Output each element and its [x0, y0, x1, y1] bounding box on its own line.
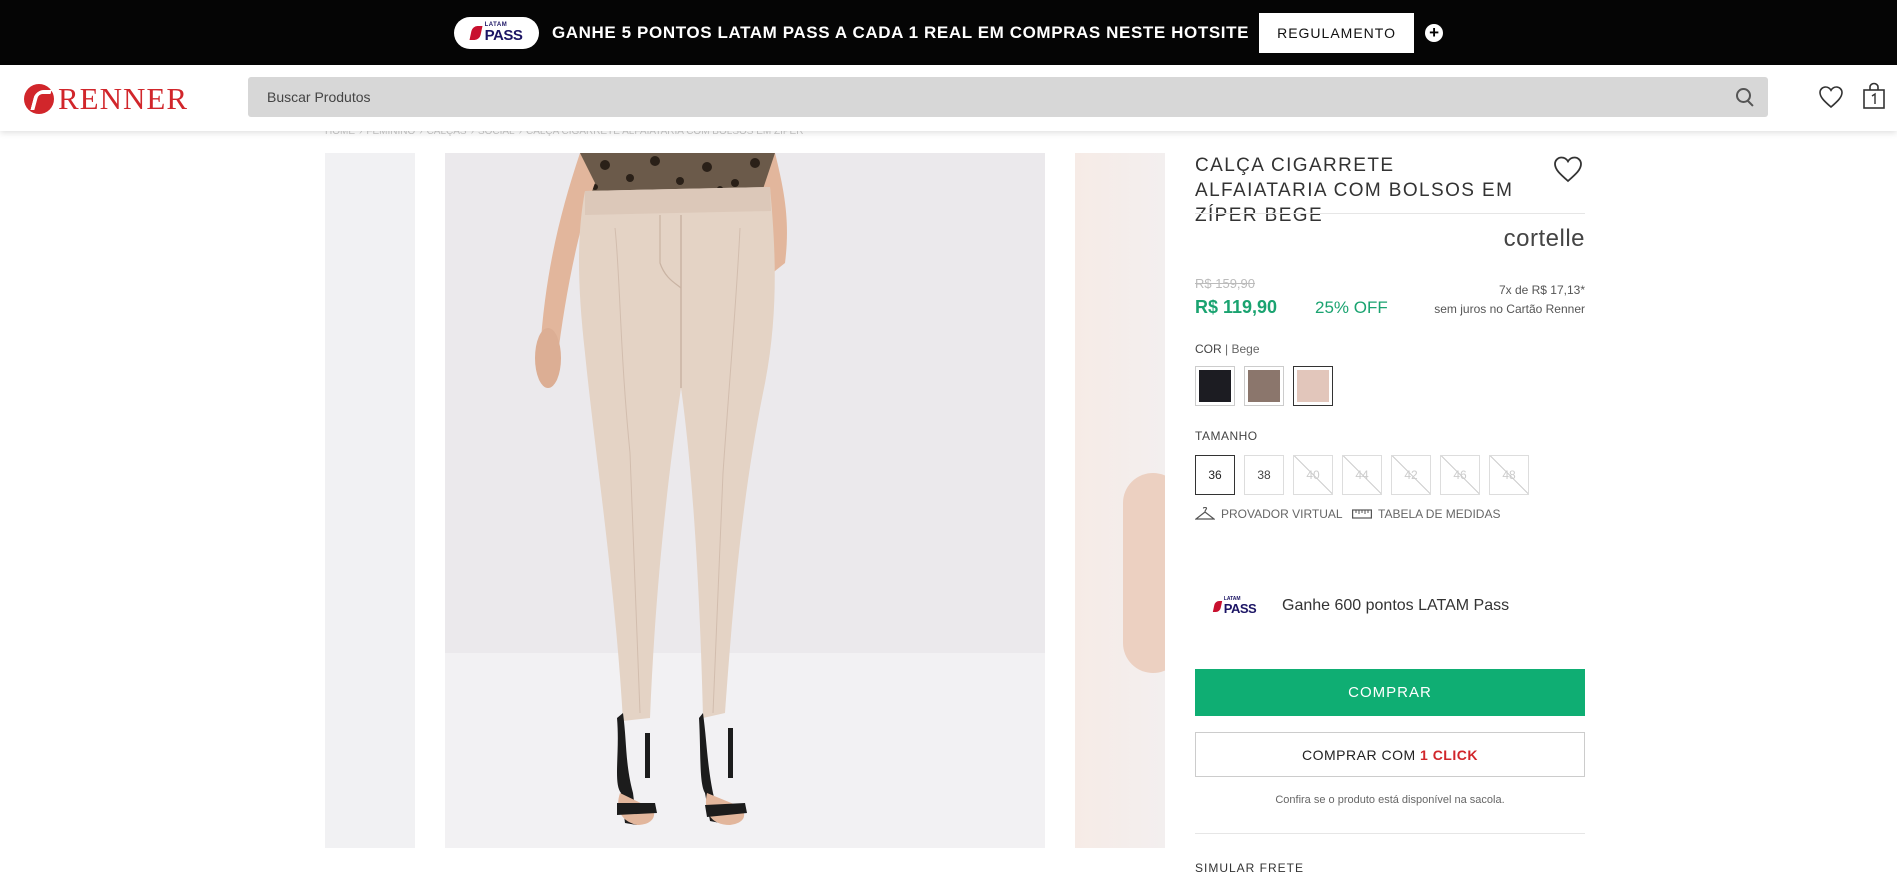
buy-button[interactable]: COMPRAR	[1195, 669, 1585, 716]
color-swatch-preto[interactable]	[1195, 366, 1235, 406]
size-option-42[interactable]: 42	[1391, 455, 1431, 495]
virtual-fitting-link[interactable]: PROVADOR VIRTUAL	[1195, 507, 1343, 521]
one-click-prefix: COMPRAR COM	[1302, 746, 1421, 763]
old-price: R$ 159,90	[1195, 276, 1255, 291]
favorite-heart-icon[interactable]	[1553, 155, 1583, 183]
promo-bar: LATAM PASS GANHE 5 PONTOS LATAM PASS A C…	[0, 0, 1897, 65]
one-click-buy-button[interactable]: COMPRAR COM 1 CLICK	[1195, 732, 1585, 777]
plus-icon[interactable]: +	[1425, 23, 1444, 42]
size-option-36[interactable]: 36	[1195, 455, 1235, 495]
wishlist-heart-icon[interactable]	[1818, 85, 1844, 109]
gallery-prev-image[interactable]	[325, 153, 415, 848]
search-input[interactable]	[248, 77, 1724, 117]
shopping-bag-icon[interactable]	[1862, 82, 1886, 110]
installments-note: sem juros no Cartão Renner	[1434, 302, 1585, 316]
simulate-shipping-label[interactable]: SIMULAR FRETE	[1195, 861, 1304, 875]
size-option-48[interactable]: 48	[1489, 455, 1529, 495]
size-option-46[interactable]: 46	[1440, 455, 1480, 495]
product-main-image[interactable]	[445, 153, 1045, 848]
latam-mark-icon	[1212, 600, 1222, 612]
color-label-text: COR	[1195, 342, 1222, 356]
size-chart-link[interactable]: TABELA DE MEDIDAS	[1352, 507, 1500, 521]
renner-logo[interactable]: RENNER	[24, 81, 188, 117]
latam-pass-logo: LATAM PASS	[453, 16, 539, 49]
brand-name[interactable]: cortelle	[1504, 225, 1585, 253]
search-bar	[248, 77, 1768, 117]
size-option-40[interactable]: 40	[1293, 455, 1333, 495]
size-chart-label: TABELA DE MEDIDAS	[1378, 507, 1501, 521]
size-option-44[interactable]: 44	[1342, 455, 1382, 495]
color-label: COR | Bege	[1195, 342, 1260, 356]
hanger-icon	[1195, 507, 1215, 520]
latam-points-text: Ganhe 600 pontos LATAM Pass	[1282, 597, 1510, 614]
search-icon[interactable]	[1724, 77, 1764, 117]
latam-points-row: LATAM PASS Ganhe 600 pontos LATAM Pass	[1195, 581, 1585, 631]
latam-logo-big-2: PASS	[1223, 601, 1257, 616]
product-title: CALÇA CIGARRETE ALFAIATARIA COM BOLSOS E…	[1195, 155, 1514, 226]
size-option-38[interactable]: 38	[1244, 455, 1284, 495]
color-swatch-bege[interactable]	[1293, 366, 1333, 406]
one-click-highlight: 1 CLICK	[1420, 746, 1478, 763]
promo-content: LATAM PASS GANHE 5 PONTOS LATAM PASS A C…	[453, 12, 1444, 53]
regulamento-button[interactable]: REGULAMENTO	[1259, 12, 1415, 53]
latam-logo-big: PASS	[484, 27, 523, 44]
color-value: | Bege	[1225, 342, 1260, 356]
discount-badge: 25% OFF	[1315, 298, 1388, 317]
gallery-next-image[interactable]	[1075, 153, 1165, 848]
model-pants-photo	[445, 153, 1045, 848]
installments: 7x de R$ 17,13*	[1498, 283, 1585, 297]
latam-pass-logo-small: LATAM PASS	[1205, 597, 1265, 615]
ruler-icon	[1352, 509, 1372, 519]
current-price: R$ 119,90	[1195, 297, 1278, 317]
color-swatch-marrom[interactable]	[1244, 366, 1284, 406]
virtual-fitting-label: PROVADOR VIRTUAL	[1221, 507, 1343, 521]
renner-logo-icon	[24, 84, 54, 114]
latam-mark-icon	[469, 25, 483, 40]
site-header: RENNER	[0, 65, 1897, 131]
next-image-preview	[1123, 473, 1165, 673]
renner-logo-text: RENNER	[58, 81, 188, 116]
divider	[1195, 833, 1585, 834]
divider	[1195, 213, 1585, 214]
promo-text: GANHE 5 PONTOS LATAM PASS A CADA 1 REAL …	[551, 22, 1250, 42]
availability-note: Confira se o produto está disponível na …	[1275, 794, 1505, 806]
size-label: TAMANHO	[1195, 429, 1258, 443]
